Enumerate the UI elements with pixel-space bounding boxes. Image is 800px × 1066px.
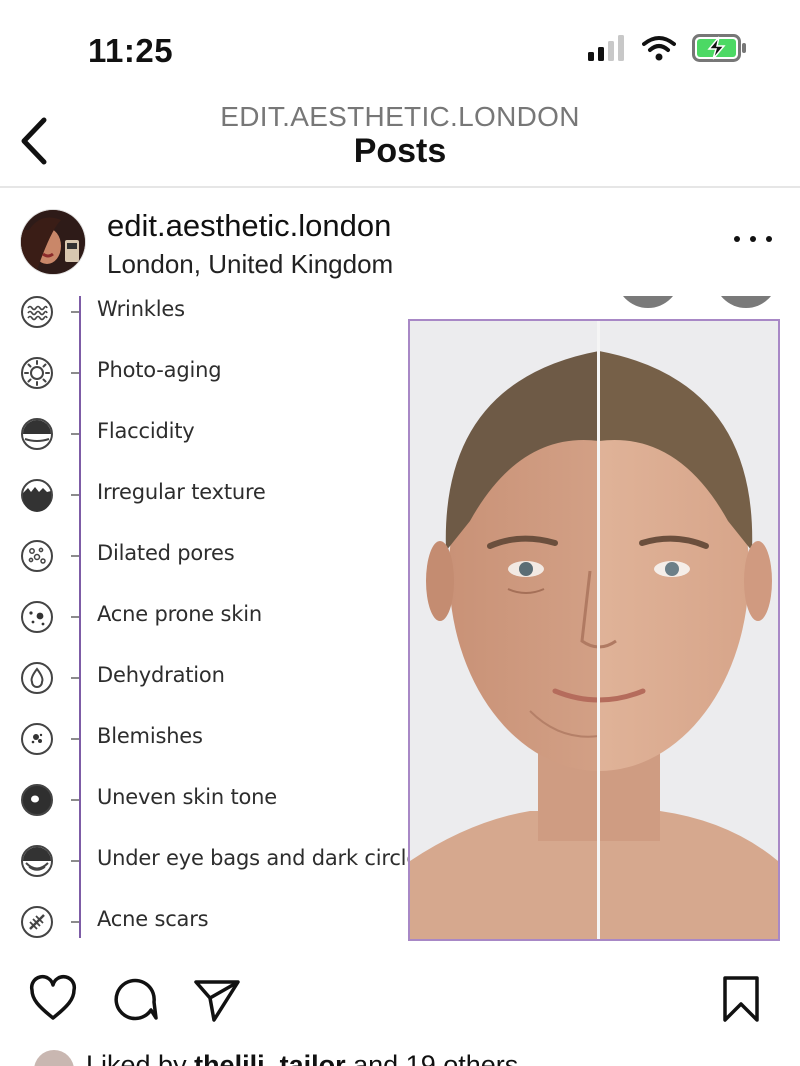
dot — [766, 236, 772, 242]
concern-item: Dehydration — [0, 658, 400, 698]
liker-avatar — [34, 1050, 74, 1066]
concern-item: Photo-aging — [0, 353, 400, 393]
texture-icon — [21, 479, 53, 512]
post-header: edit.aesthetic.london London, United Kin… — [0, 188, 800, 296]
tick — [71, 921, 79, 923]
tick — [71, 738, 79, 740]
skin-tone-icon — [21, 784, 53, 816]
liked-by-row[interactable]: Liked by thelili_tailor and 19 others — [34, 1042, 794, 1066]
cellular-signal-icon — [588, 35, 624, 61]
concern-item: Acne scars — [0, 902, 400, 942]
concern-label: Acne prone skin — [97, 602, 262, 626]
status-icons — [588, 34, 748, 62]
tick — [71, 494, 79, 496]
nav-header: EDIT.AESTHETIC.LONDON Posts — [0, 90, 800, 186]
pores-icon — [21, 540, 53, 572]
tick — [71, 860, 79, 862]
concern-label: Dilated pores — [97, 541, 235, 565]
carousel-indicator — [714, 296, 778, 308]
liked-by-suffix: and 19 others — [345, 1050, 519, 1066]
eye-bag-icon — [21, 845, 53, 877]
liked-by-user[interactable]: thelili_tailor — [194, 1050, 346, 1066]
scar-icon — [21, 906, 53, 938]
tick — [71, 616, 79, 618]
comment-icon[interactable] — [110, 974, 160, 1024]
avatar[interactable] — [21, 210, 85, 274]
instagram-post-screen: 11:25 EDIT.AESTHETIC.LONDON Posts edit.a… — [0, 0, 800, 1066]
liked-by-text: Liked by thelili_tailor and 19 others — [86, 1050, 518, 1066]
wifi-icon — [642, 36, 676, 61]
account-name: EDIT.AESTHETIC.LONDON — [220, 101, 580, 132]
concern-item: Irregular texture — [0, 475, 400, 515]
concern-label: Dehydration — [97, 663, 225, 687]
concern-label: Uneven skin tone — [97, 785, 277, 809]
battery-charging-icon — [692, 34, 746, 62]
face-photo — [410, 321, 778, 939]
concern-label: Flaccidity — [97, 419, 195, 443]
tick — [71, 311, 79, 313]
sun-icon — [21, 357, 53, 389]
droplet-icon — [21, 662, 53, 694]
concern-label: Acne scars — [97, 907, 209, 931]
username[interactable]: edit.aesthetic.london — [107, 208, 391, 244]
page-title: Posts — [353, 132, 447, 170]
concern-item: Wrinkles — [0, 296, 400, 332]
concern-label: Wrinkles — [97, 297, 185, 321]
concern-label: Photo-aging — [97, 358, 222, 382]
concern-label: Under eye bags and dark circles — [97, 846, 430, 870]
tick — [71, 677, 79, 679]
concern-label: Blemishes — [97, 724, 203, 748]
acne-icon — [21, 601, 53, 633]
wrinkles-icon — [21, 296, 53, 328]
flaccidity-icon — [21, 418, 53, 450]
before-after-photo — [408, 319, 780, 941]
bookmark-icon[interactable] — [716, 974, 766, 1024]
post-image[interactable]: Wrinkles Photo-aging Flaccidity Irregula… — [0, 296, 800, 950]
tick — [71, 799, 79, 801]
concern-item: Blemishes — [0, 719, 400, 759]
tick — [71, 555, 79, 557]
carousel-indicator — [616, 296, 680, 308]
blemish-icon — [21, 723, 53, 755]
avatar-image — [21, 210, 85, 274]
more-options-icon[interactable] — [734, 224, 772, 254]
heart-icon[interactable] — [28, 974, 78, 1024]
concern-item: Dilated pores — [0, 536, 400, 576]
concern-item: Acne prone skin — [0, 597, 400, 637]
tick — [71, 433, 79, 435]
post-actions — [0, 960, 800, 1040]
concern-item: Uneven skin tone — [0, 780, 400, 820]
concern-label: Irregular texture — [97, 480, 266, 504]
dot — [750, 236, 756, 242]
share-icon[interactable] — [192, 974, 242, 1024]
concern-item: Flaccidity — [0, 414, 400, 454]
location[interactable]: London, United Kingdom — [107, 249, 393, 280]
status-time: 11:25 — [88, 32, 174, 69]
concern-item: Under eye bags and dark circles — [0, 841, 430, 881]
liked-by-prefix: Liked by — [86, 1050, 195, 1066]
dot — [734, 236, 740, 242]
tick — [71, 372, 79, 374]
